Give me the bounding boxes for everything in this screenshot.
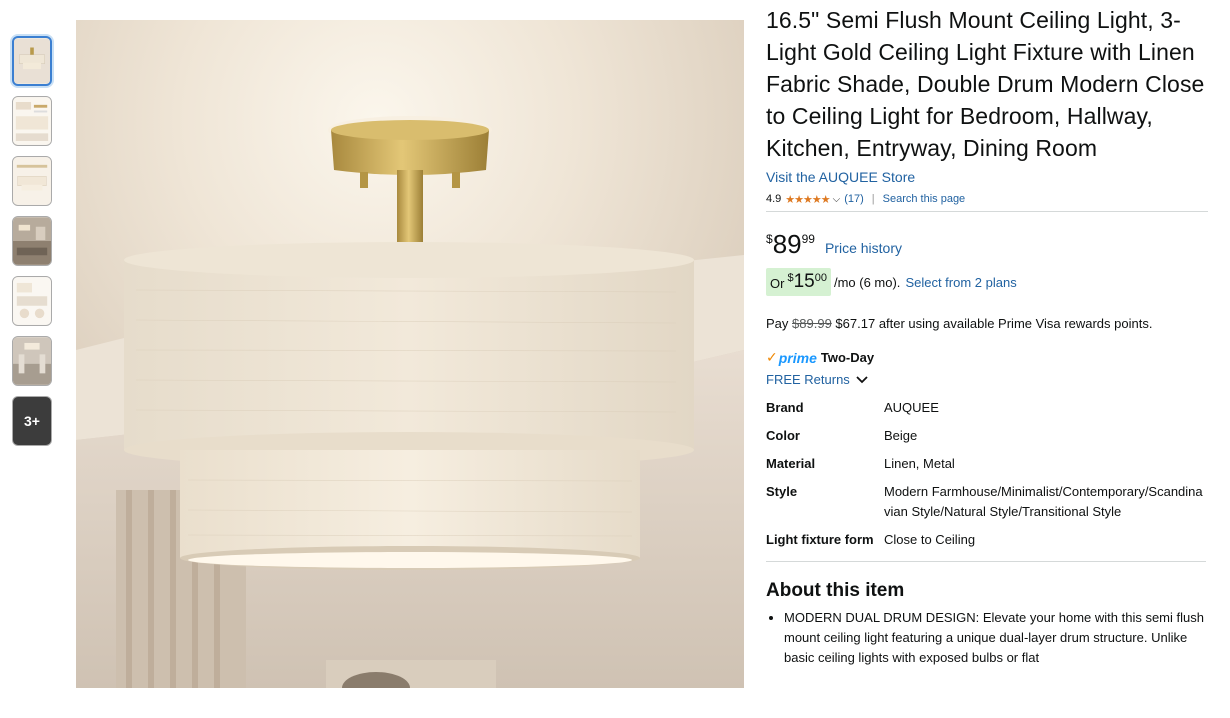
thumbnail-3[interactable] <box>12 156 52 206</box>
more-images-label: 3+ <box>24 413 40 429</box>
about-heading: About this item <box>766 580 905 601</box>
chevron-down-icon <box>856 375 868 383</box>
prime-check-icon: ✓ <box>766 349 778 365</box>
main-product-image[interactable] <box>76 20 744 688</box>
thumbnail-6[interactable] <box>12 336 52 386</box>
plan-badge: Or $ 15 00 <box>766 268 831 296</box>
spec-row: Brand AUQUEE <box>766 395 1206 423</box>
free-returns-link[interactable]: FREE Returns <box>766 372 1208 387</box>
star-rating-icon[interactable]: ★★★★★ <box>785 193 830 206</box>
plan-whole: 15 <box>793 271 815 292</box>
rating-row: 4.9 ★★★★★ ⌵ (17) | Search this page <box>766 191 1208 207</box>
select-plans-link[interactable]: Select from 2 plans <box>905 275 1016 290</box>
ceiling-light-photo <box>76 20 744 688</box>
more-images-button[interactable]: 3+ <box>12 396 52 446</box>
spec-key: Light fixture form <box>766 532 874 547</box>
prime-label: prime <box>778 349 817 366</box>
plan-or: Or <box>770 276 785 291</box>
chevron-down-icon[interactable]: ⌵ <box>833 194 841 205</box>
thumbnail-5[interactable] <box>12 276 52 326</box>
divider <box>766 561 1206 562</box>
spec-key: Brand <box>766 400 804 415</box>
spec-value: Modern Farmhouse/Minimalist/Contemporary… <box>884 484 1203 519</box>
pay-prefix: Pay <box>766 316 789 331</box>
about-bullet: MODERN DUAL DRUM DESIGN: Elevate your ho… <box>784 608 1206 668</box>
spec-row: Style Modern Farmhouse/Minimalist/Contem… <box>766 479 1206 527</box>
monthly-plan: Or $ 15 00 /mo (6 mo). Select from 2 pla… <box>766 268 1208 296</box>
store-link[interactable]: Visit the AUQUEE Store <box>766 168 915 186</box>
price-history-link[interactable]: Price history <box>825 240 902 256</box>
about-list: MODERN DUAL DRUM DESIGN: Elevate your ho… <box>766 608 1206 668</box>
spec-key: Style <box>766 484 798 499</box>
product-title: 16.5" Semi Flush Mount Ceiling Light, 3-… <box>766 7 1205 161</box>
prime-delivery: ✓ prime Two-Day <box>766 349 1208 366</box>
plan-term: /mo (6 mo). <box>833 274 901 290</box>
rating-value: 4.9 <box>766 193 782 205</box>
product-info: 16.5" Semi Flush Mount Ceiling Light, 3-… <box>766 4 1208 668</box>
thumbnail-strip: 3+ <box>12 36 52 456</box>
price-whole: 89 <box>772 229 802 259</box>
divider <box>766 211 1208 212</box>
two-day-label: Two-Day <box>820 350 875 365</box>
spec-row: Color Beige <box>766 423 1206 451</box>
spec-value: Beige <box>884 428 918 443</box>
spec-key: Color <box>766 428 800 443</box>
price-currency: $ <box>766 232 773 246</box>
pay-suffix: after using available Prime Visa rewards… <box>878 316 1153 331</box>
spec-key: Material <box>766 456 816 471</box>
divider: | <box>871 193 875 205</box>
search-page-link[interactable]: Search this page <box>883 193 966 205</box>
spec-value: Close to Ceiling <box>884 532 976 547</box>
new-price: $67.17 <box>835 316 876 331</box>
price: $ 89 99 Price history <box>766 230 1208 260</box>
review-count-link[interactable]: (17) <box>844 193 864 205</box>
thumbnail-4[interactable] <box>12 216 52 266</box>
price-fraction: 99 <box>801 232 815 246</box>
spec-value: AUQUEE <box>884 400 939 415</box>
prime-visa-offer: Pay $89.99 $67.17 after using available … <box>766 316 1208 331</box>
spec-row: Material Linen, Metal <box>766 451 1206 479</box>
plan-fraction: 00 <box>814 272 827 284</box>
prime-logo: ✓ prime <box>766 349 817 366</box>
specs-table: Brand AUQUEE Color Beige Material Linen,… <box>766 395 1206 555</box>
thumbnail-1[interactable] <box>12 36 52 86</box>
free-returns-label: FREE Returns <box>766 372 850 387</box>
old-price: $89.99 <box>792 316 832 331</box>
spec-value: Linen, Metal <box>884 456 955 471</box>
spec-row: Light fixture form Close to Ceiling <box>766 527 1206 555</box>
thumbnail-2[interactable] <box>12 96 52 146</box>
